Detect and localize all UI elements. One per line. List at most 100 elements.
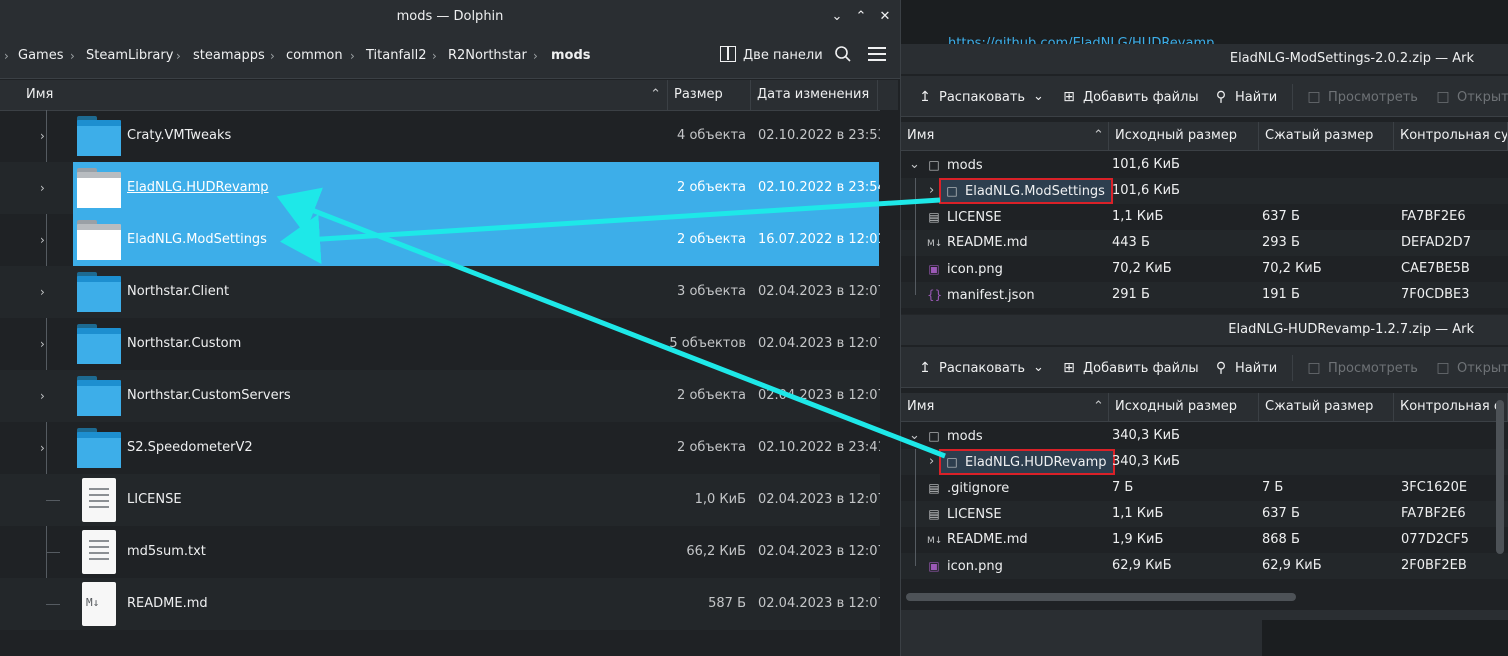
compressed-size: 293 Б bbox=[1262, 235, 1300, 250]
add-files-button[interactable]: ⊞ Добавить файлы bbox=[1061, 86, 1199, 108]
column-checksum[interactable]: Контрольная с bbox=[1394, 393, 1508, 421]
find-button[interactable]: ⚲ Найти bbox=[1213, 357, 1277, 379]
archive-entry-name[interactable]: □ EladNLG.ModSettings bbox=[939, 178, 1113, 204]
archive-entry-name[interactable]: □ mods bbox=[927, 423, 982, 449]
chevron-right-icon[interactable]: › bbox=[40, 181, 54, 195]
archive-entry-name[interactable]: ▣ icon.png bbox=[927, 553, 1003, 579]
file-size: 4 объекта bbox=[677, 128, 746, 143]
file-date: 02.04.2023 в 12:07 bbox=[758, 336, 886, 351]
original-size: 70,2 КиБ bbox=[1112, 261, 1172, 276]
table-row[interactable] bbox=[901, 152, 1508, 178]
search-icon[interactable] bbox=[834, 45, 852, 63]
chevron-down-icon[interactable]: ⌄ bbox=[828, 8, 846, 26]
chevron-right-icon[interactable]: › bbox=[40, 389, 54, 403]
tree-line bbox=[46, 500, 60, 501]
chevron-right-icon[interactable]: › bbox=[40, 285, 54, 299]
breadcrumb-item-mods[interactable]: mods bbox=[551, 47, 591, 65]
chevron-right-icon[interactable]: › bbox=[40, 233, 54, 247]
horizontal-scrollbar[interactable] bbox=[906, 593, 1296, 601]
table-row[interactable] bbox=[901, 423, 1508, 449]
chevron-down-icon[interactable]: ⌄ bbox=[909, 152, 920, 178]
checksum: 2F0BF2EB bbox=[1401, 558, 1467, 573]
breadcrumb-item-steamlibrary[interactable]: SteamLibrary bbox=[86, 47, 173, 65]
archive-entry-name[interactable]: M↓ README.md bbox=[927, 527, 1028, 553]
archive-entry-name[interactable]: ▤ .gitignore bbox=[927, 475, 1009, 501]
column-original-size[interactable]: Исходный размер bbox=[1109, 393, 1259, 421]
markdown-icon: M↓ bbox=[927, 239, 943, 249]
vertical-scrollbar[interactable] bbox=[1496, 400, 1504, 554]
archive-entry-name[interactable]: □ EladNLG.HUDRevamp bbox=[939, 449, 1115, 475]
column-compressed-size[interactable]: Сжатый размер bbox=[1259, 393, 1394, 421]
file-name: Northstar.CustomServers bbox=[127, 388, 291, 403]
column-name[interactable]: Имя bbox=[901, 122, 1109, 150]
checksum: 3FC1620E bbox=[1401, 480, 1468, 495]
chevron-right-icon[interactable]: › bbox=[40, 441, 54, 455]
archive-entry-label: icon.png bbox=[947, 559, 1003, 574]
column-date[interactable]: Дата изменения bbox=[751, 80, 878, 110]
tree-line bbox=[46, 604, 60, 605]
chevron-right-icon[interactable]: › bbox=[40, 337, 54, 351]
text-file-icon bbox=[82, 478, 116, 522]
breadcrumb-item-common[interactable]: common bbox=[286, 47, 343, 65]
column-name[interactable]: Имя ⌃ bbox=[20, 80, 668, 110]
column-original-size[interactable]: Исходный размер bbox=[1109, 122, 1259, 150]
preview-icon: □ bbox=[1307, 89, 1321, 105]
chevron-right-icon[interactable]: › bbox=[929, 178, 934, 204]
column-name-label: Имя bbox=[26, 87, 54, 102]
file-name: Northstar.Custom bbox=[127, 336, 242, 351]
breadcrumb-item-games[interactable]: Games bbox=[18, 47, 63, 65]
file-size: 2 объекта bbox=[677, 440, 746, 455]
chevron-right-icon[interactable]: › bbox=[40, 129, 54, 143]
find-button[interactable]: ⚲ Найти bbox=[1213, 86, 1277, 108]
compressed-size: 7 Б bbox=[1262, 480, 1284, 495]
column-name[interactable]: Имя bbox=[901, 393, 1109, 421]
preview-button[interactable]: □ Просмотреть bbox=[1306, 86, 1418, 108]
file-size: 1,0 КиБ bbox=[694, 492, 746, 507]
original-size: 340,3 КиБ bbox=[1112, 454, 1180, 469]
original-size: 340,3 КиБ bbox=[1112, 428, 1180, 443]
hamburger-menu-icon[interactable] bbox=[868, 47, 886, 61]
folder-icon bbox=[77, 324, 121, 364]
archive-entry-name[interactable]: {} manifest.json bbox=[927, 282, 1035, 308]
json-icon: {} bbox=[927, 288, 943, 302]
archive-entry-name[interactable]: ▤ LICENSE bbox=[927, 501, 1002, 527]
breadcrumb-item-steamapps[interactable]: steamapps bbox=[193, 47, 265, 65]
archive-entry-name[interactable]: ▤ LICENSE bbox=[927, 204, 1001, 230]
extract-button[interactable]: ↥ Распаковать bbox=[917, 86, 1025, 108]
close-icon[interactable]: ✕ bbox=[876, 8, 894, 26]
chevron-down-icon[interactable]: ⌄ bbox=[909, 423, 920, 449]
archive-entry-name[interactable]: □ mods bbox=[927, 152, 982, 178]
archive-entry-name[interactable]: M↓ README.md bbox=[927, 230, 1028, 256]
column-size[interactable]: Размер bbox=[668, 80, 751, 110]
archive-entry-name[interactable]: ▣ icon.png bbox=[927, 256, 1003, 282]
search-icon: ⚲ bbox=[1215, 89, 1227, 105]
open-button[interactable]: □ Открыть bbox=[1435, 357, 1508, 379]
chevron-right-icon[interactable]: › bbox=[929, 449, 934, 475]
chevron-right-icon: › bbox=[350, 49, 355, 63]
split-view-button[interactable]: Две панели bbox=[743, 47, 823, 65]
file-date: 02.04.2023 в 12:07 bbox=[758, 596, 886, 611]
add-files-button[interactable]: ⊞ Добавить файлы bbox=[1061, 357, 1199, 379]
chevron-down-icon[interactable]: ⌄ bbox=[1033, 86, 1044, 108]
maximize-icon[interactable]: ⌃ bbox=[852, 8, 870, 26]
preview-button[interactable]: □ Просмотреть bbox=[1306, 357, 1418, 379]
file-name: LICENSE bbox=[127, 492, 182, 507]
open-button[interactable]: □ Открыть bbox=[1435, 86, 1508, 108]
file-date: 02.10.2022 в 23:53 bbox=[758, 128, 886, 143]
archive-entry-label: LICENSE bbox=[947, 507, 1002, 522]
column-compressed-size[interactable]: Сжатый размер bbox=[1259, 122, 1394, 150]
chevron-down-icon[interactable]: ⌄ bbox=[1033, 357, 1044, 379]
markdown-file-icon: M↓ bbox=[82, 582, 116, 626]
breadcrumb-item-r2northstar[interactable]: R2Northstar bbox=[448, 47, 527, 65]
markdown-icon: M↓ bbox=[927, 536, 943, 546]
extract-button[interactable]: ↥ Распаковать bbox=[917, 357, 1025, 379]
archive-entry-label: EladNLG.HUDRevamp bbox=[965, 455, 1107, 470]
scrollbar-track[interactable] bbox=[880, 110, 898, 630]
archive-entry-label: manifest.json bbox=[947, 288, 1035, 303]
breadcrumb-item-titanfall2[interactable]: Titanfall2 bbox=[366, 47, 427, 65]
folder-icon bbox=[77, 428, 121, 468]
file-date: 16.07.2022 в 12:01 bbox=[758, 232, 886, 247]
file-size: 2 объекта bbox=[677, 388, 746, 403]
column-checksum[interactable]: Контрольная сумма bbox=[1394, 122, 1508, 150]
preview-button-label: Просмотреть bbox=[1328, 90, 1418, 105]
